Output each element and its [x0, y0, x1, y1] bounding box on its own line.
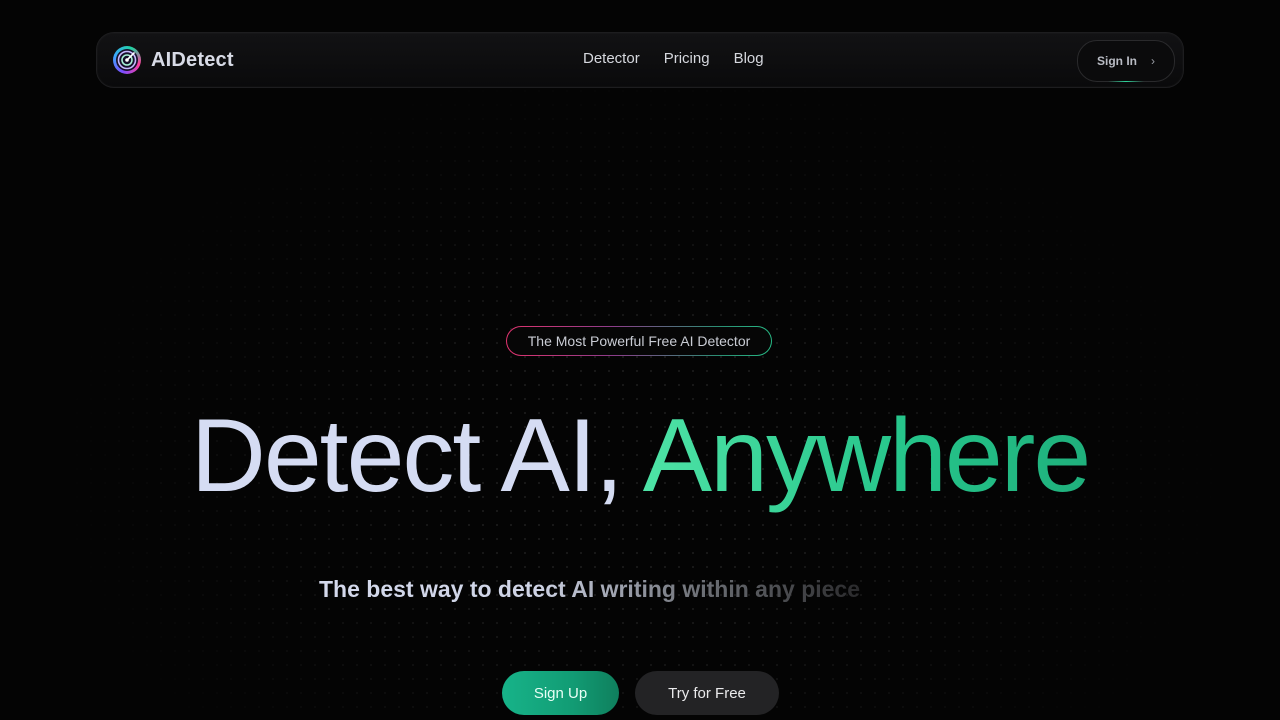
hero-title-part2: Anywhere	[642, 398, 1091, 514]
sign-up-button[interactable]: Sign Up	[502, 671, 619, 715]
nav-link-pricing[interactable]: Pricing	[664, 50, 710, 67]
sign-in-button[interactable]: Sign In ›	[1077, 40, 1175, 82]
nav-link-detector[interactable]: Detector	[583, 50, 640, 67]
nav-link-blog[interactable]: Blog	[734, 50, 764, 67]
chevron-right-icon: ›	[1151, 54, 1155, 68]
hero-badge: The Most Powerful Free AI Detector	[506, 326, 772, 356]
hero-subtitle: The best way to detect AI writing within…	[319, 576, 861, 602]
hero-badge-label: The Most Powerful Free AI Detector	[507, 327, 771, 355]
dot-grid-background	[0, 0, 1280, 720]
brand-link[interactable]: AIDetect	[113, 45, 234, 75]
brand-name: AIDetect	[151, 48, 234, 71]
landing-page: AIDetect Detector Pricing Blog Sign In ›…	[0, 0, 1280, 720]
nav-links: Detector Pricing Blog	[583, 50, 764, 67]
radar-target-icon	[113, 46, 141, 74]
hero-title-part1: Detect AI,	[190, 398, 643, 514]
hero-title: Detect AI, Anywhere	[0, 398, 1280, 514]
try-for-free-button[interactable]: Try for Free	[635, 671, 779, 715]
sign-in-glow	[1108, 81, 1144, 82]
sign-in-label: Sign In	[1097, 54, 1137, 68]
top-navbar: AIDetect Detector Pricing Blog Sign In ›	[96, 32, 1184, 88]
